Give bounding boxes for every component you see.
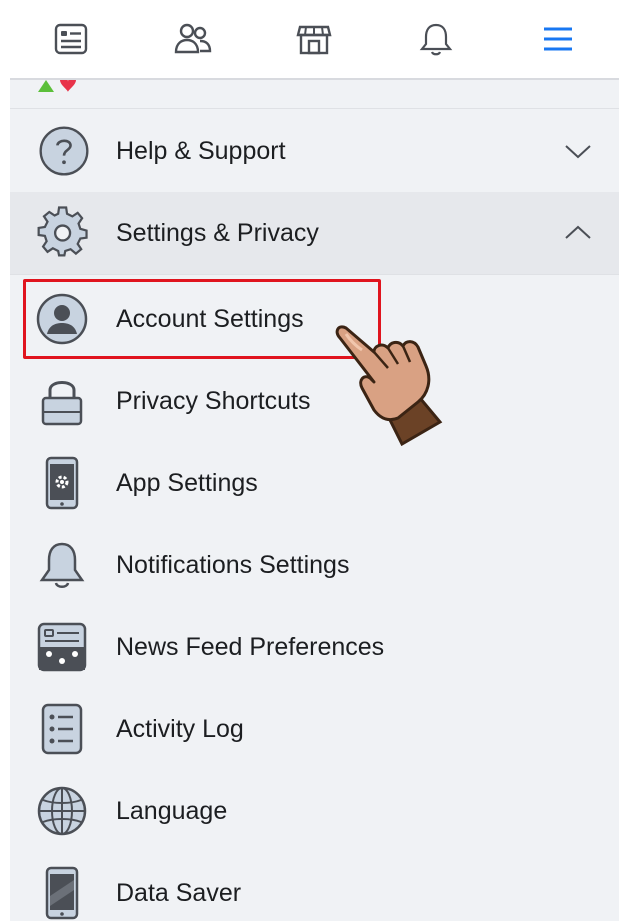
data-saver-label: Data Saver — [116, 878, 242, 907]
tab-friends[interactable] — [163, 9, 223, 69]
reaction-shapes-icon — [38, 80, 76, 92]
chevron-down-icon[interactable] — [563, 136, 593, 166]
bell-icon — [32, 535, 92, 595]
help-support-row[interactable]: Help & Support — [10, 110, 619, 193]
settings-privacy-label: Settings & Privacy — [116, 218, 319, 247]
account-avatar-icon — [32, 289, 92, 349]
menu-item-app-settings[interactable]: App Settings — [10, 442, 619, 524]
tab-marketplace[interactable] — [284, 9, 344, 69]
news-feed-preferences-icon — [32, 617, 92, 677]
padlock-icon — [32, 371, 92, 431]
tab-notifications[interactable] — [406, 9, 466, 69]
menu-item-news-feed-preferences[interactable]: News Feed Preferences — [10, 606, 619, 688]
account-settings-label: Account Settings — [116, 304, 304, 333]
activity-log-label: Activity Log — [116, 714, 244, 743]
settings-privacy-row[interactable]: Settings & Privacy — [10, 192, 619, 275]
phone-settings-icon — [32, 453, 92, 513]
marketplace-icon — [296, 25, 333, 55]
menu-item-language[interactable]: Language — [10, 770, 619, 852]
menu-item-notifications-settings[interactable]: Notifications Settings — [10, 524, 619, 606]
news-feed-icon — [54, 23, 88, 55]
menu-item-privacy-shortcuts[interactable]: Privacy Shortcuts — [10, 360, 619, 442]
privacy-shortcuts-label: Privacy Shortcuts — [116, 386, 311, 415]
phone-icon — [32, 863, 92, 921]
mobile-menu-screen: Help & Support Settings & Privacy Accoun… — [10, 0, 619, 921]
notifications-bell-icon — [419, 23, 453, 56]
menu-item-account-settings[interactable]: Account Settings — [10, 278, 619, 360]
notifications-settings-label: Notifications Settings — [116, 550, 350, 579]
news-feed-preferences-label: News Feed Preferences — [116, 632, 385, 661]
previous-row-partial — [10, 80, 619, 109]
help-support-label: Help & Support — [116, 136, 286, 165]
menu-item-activity-log[interactable]: Activity Log — [10, 688, 619, 770]
chevron-up-icon[interactable] — [563, 218, 593, 248]
activity-log-icon — [32, 699, 92, 759]
friends-icon — [174, 23, 211, 54]
menu-icon — [544, 27, 573, 51]
help-circle-icon — [34, 121, 94, 181]
top-navigation-bar — [10, 0, 619, 80]
tab-menu[interactable] — [528, 9, 588, 69]
gear-icon — [34, 203, 94, 263]
pointing-hand-icon — [335, 325, 443, 446]
menu-item-data-saver[interactable]: Data Saver — [10, 852, 619, 921]
language-label: Language — [116, 796, 228, 825]
app-settings-label: App Settings — [116, 468, 258, 497]
globe-icon — [32, 781, 92, 841]
tab-news-feed[interactable] — [41, 9, 101, 69]
